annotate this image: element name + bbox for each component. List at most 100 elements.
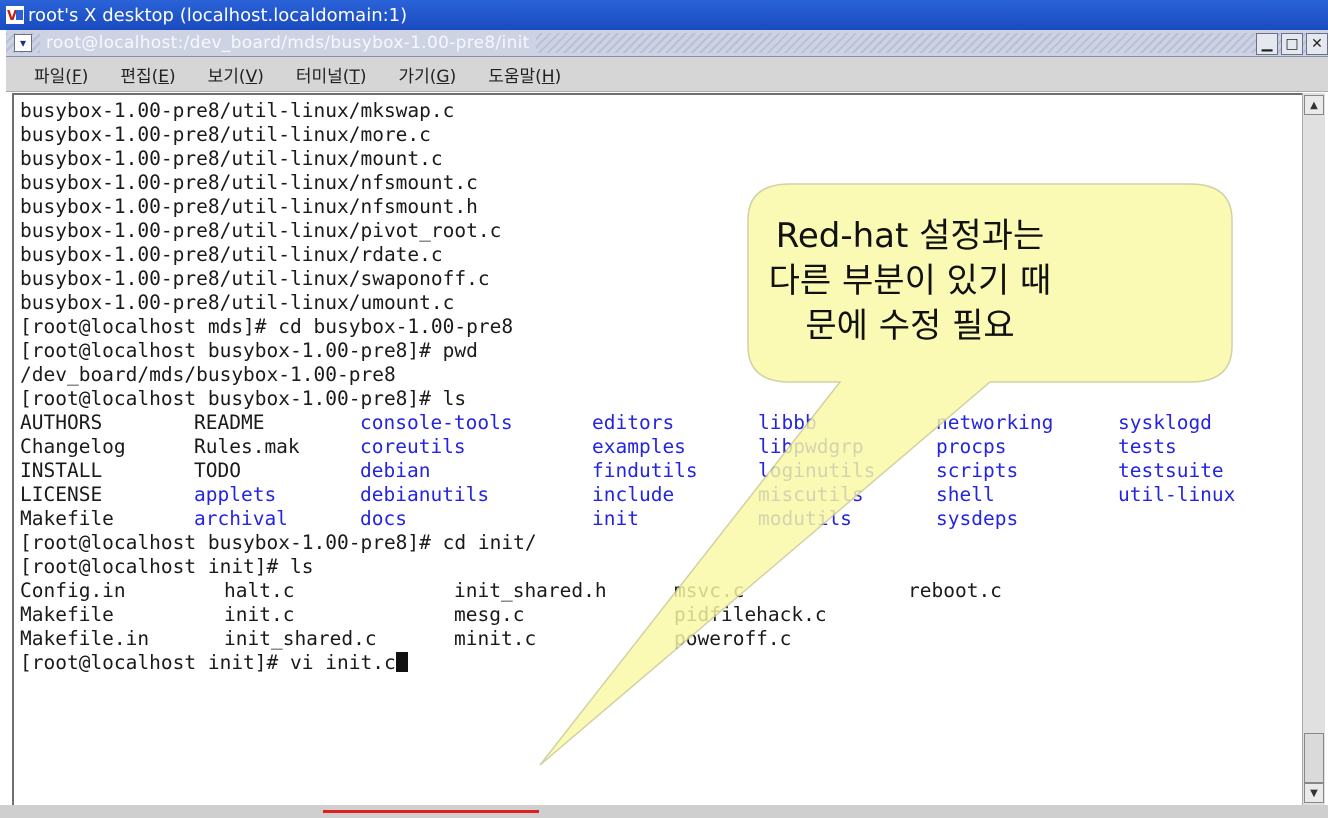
terminal-line: [root@localhost busybox-1.00-pre8]# cd i…: [20, 531, 537, 554]
menu-file[interactable]: 파일(F): [34, 62, 88, 87]
ls-entry-file: Makefile.in: [20, 627, 150, 650]
menu-file-mnemonic: F: [71, 66, 82, 87]
ls-entry-dir: util-linux: [1118, 483, 1236, 506]
terminal-line: busybox-1.00-pre8/util-linux/rdate.c: [20, 243, 443, 266]
ls-entry-file: LICENSE: [20, 483, 103, 506]
terminal-line: [root@localhost busybox-1.00-pre8]# ls: [20, 387, 467, 410]
ls-entry-dir: miscutils: [758, 483, 864, 506]
ls-entry-dir: editors: [592, 411, 675, 434]
ls-entry-dir: sysdeps: [936, 507, 1019, 530]
terminal-line: busybox-1.00-pre8/util-linux/swaponoff.c: [20, 267, 490, 290]
callout-line: Red-hat 설정과는: [775, 216, 1045, 256]
ls-entry-file: INSTALL: [20, 459, 103, 482]
menu-go-mnemonic: G: [436, 66, 450, 87]
menu-file-close-paren: ): [81, 66, 89, 87]
terminal-line: busybox-1.00-pre8/util-linux/more.c: [20, 123, 431, 146]
text-cursor: [395, 652, 408, 672]
menu-edit[interactable]: 편집(E): [120, 62, 175, 87]
command-highlight-underline: [323, 810, 539, 813]
ls-entry-dir: include: [592, 483, 675, 506]
menu-go-label: 가기(: [398, 66, 437, 87]
ls-entry-file: README: [194, 411, 265, 434]
ls-entry-file: Config.in: [20, 579, 126, 602]
menu-help-mnemonic: H: [541, 66, 555, 87]
ls-entry-file: reboot.c: [908, 579, 1002, 602]
terminal-window-title: root@localhost:/dev_board/mds/busybox-1.…: [40, 33, 536, 53]
scroll-down-arrow-icon[interactable]: ▼: [1304, 783, 1324, 803]
menu-edit-close-paren: ): [169, 66, 176, 87]
menu-help-close-paren: ): [554, 66, 562, 87]
prompt-text: [root@localhost init]# vi init.c: [20, 651, 396, 674]
ls-entry-dir: libpwdgrp: [758, 435, 864, 458]
ls-entry-file: minit.c: [454, 627, 537, 650]
ls-entry-file: mesg.c: [454, 603, 525, 626]
ls-entry-dir: docs: [360, 507, 407, 530]
vnc-logo-icon: V: [6, 6, 24, 24]
command-prompt[interactable]: [root@localhost init]# vi init.c: [20, 651, 408, 675]
menu-view-label: 보기(: [207, 66, 246, 87]
ls-entry-file: AUTHORS: [20, 411, 103, 434]
menu-help-label: 도움말(: [488, 66, 542, 87]
ls-entry-file: init.c: [224, 603, 295, 626]
scroll-thumb[interactable]: [1304, 733, 1324, 783]
ls-entry-dir: sysklogd: [1118, 411, 1212, 434]
close-icon[interactable]: ✕: [1306, 33, 1328, 55]
ls-entry-file: poweroff.c: [674, 627, 792, 650]
terminal-line: busybox-1.00-pre8/util-linux/umount.c: [20, 291, 455, 314]
ls-entry-dir: scripts: [936, 459, 1019, 482]
maximize-icon[interactable]: □: [1281, 33, 1303, 55]
menu-file-label: 파일(: [34, 66, 72, 87]
terminal-line: [root@localhost init]# ls: [20, 555, 314, 578]
ls-entry-file: Makefile: [20, 603, 114, 626]
terminal-scrollbar[interactable]: ▲ ▼: [1302, 93, 1325, 805]
terminal-line: [root@localhost busybox-1.00-pre8]# pwd: [20, 339, 478, 362]
callout-line: 다른 부분이 있기 때: [768, 261, 1052, 301]
callout-text: Red-hat 설정과는 다른 부분이 있기 때 문에 수정 필요: [755, 214, 1065, 349]
ls-entry-file: init_shared.h: [454, 579, 607, 602]
menu-go-close-paren: ): [449, 66, 457, 87]
ls-entry-dir: archival: [194, 507, 288, 530]
ls-entry-dir: init: [592, 507, 639, 530]
terminal-title-bar[interactable]: ▾ root@localhost:/dev_board/mds/busybox-…: [6, 30, 1328, 57]
terminal-line: /dev_board/mds/busybox-1.00-pre8: [20, 363, 396, 386]
scroll-up-arrow-icon[interactable]: ▲: [1304, 95, 1324, 115]
menu-view-close-paren: ): [257, 66, 264, 87]
ls-entry-dir: libbb: [758, 411, 817, 434]
menu-view-mnemonic: V: [245, 66, 258, 87]
ls-entry-dir: debian: [360, 459, 431, 482]
ls-entry-file: Makefile: [20, 507, 114, 530]
ls-entry-dir: modutils: [758, 507, 852, 530]
menu-go[interactable]: 가기(G): [398, 62, 456, 87]
ls-entry-file: init_shared.c: [224, 627, 377, 650]
terminal-output[interactable]: busybox-1.00-pre8/util-linux/mkswap.c bu…: [12, 93, 1302, 807]
ls-entry-dir: console-tools: [360, 411, 513, 434]
menu-help[interactable]: 도움말(H): [488, 62, 561, 87]
menu-view[interactable]: 보기(V): [208, 62, 264, 87]
callout-line: 문에 수정 필요: [805, 306, 1015, 346]
ls-entry-file: Rules.mak: [194, 435, 300, 458]
svg-text:V: V: [7, 9, 17, 24]
ls-entry-dir: examples: [592, 435, 686, 458]
ls-entry-dir: debianutils: [360, 483, 490, 506]
terminal-line: busybox-1.00-pre8/util-linux/nfsmount.c: [20, 171, 478, 194]
menu-terminal-close-paren: ): [359, 66, 367, 87]
menu-bar: 파일(F) 편집(E) 보기(V) 터미널(T) 가기(G) 도움말(H): [6, 57, 1328, 92]
ls-entry-dir: testsuite: [1118, 459, 1224, 482]
ls-entry-dir: findutils: [592, 459, 698, 482]
terminal-line: busybox-1.00-pre8/util-linux/mkswap.c: [20, 99, 455, 122]
menu-edit-label: 편집(: [120, 66, 159, 87]
terminal-line: busybox-1.00-pre8/util-linux/nfsmount.h: [20, 195, 478, 218]
minimize-icon[interactable]: ▁: [1256, 33, 1278, 55]
terminal-line: [root@localhost mds]# cd busybox-1.00-pr…: [20, 315, 514, 338]
ls-entry-dir: loginutils: [758, 459, 876, 482]
menu-terminal-label: 터미널(: [295, 66, 350, 87]
window-controls: ▁ □ ✕: [1256, 33, 1328, 55]
vnc-window-title: root's X desktop (localhost.localdomain:…: [28, 4, 408, 26]
terminal-line: busybox-1.00-pre8/util-linux/mount.c: [20, 147, 443, 170]
ls-entry-file: msvc.c: [674, 579, 745, 602]
menu-terminal[interactable]: 터미널(T): [296, 62, 367, 87]
menu-edit-mnemonic: E: [158, 66, 170, 87]
chevron-down-icon[interactable]: ▾: [14, 34, 32, 52]
ls-entry-dir: procps: [936, 435, 1007, 458]
ls-entry-file: TODO: [194, 459, 241, 482]
